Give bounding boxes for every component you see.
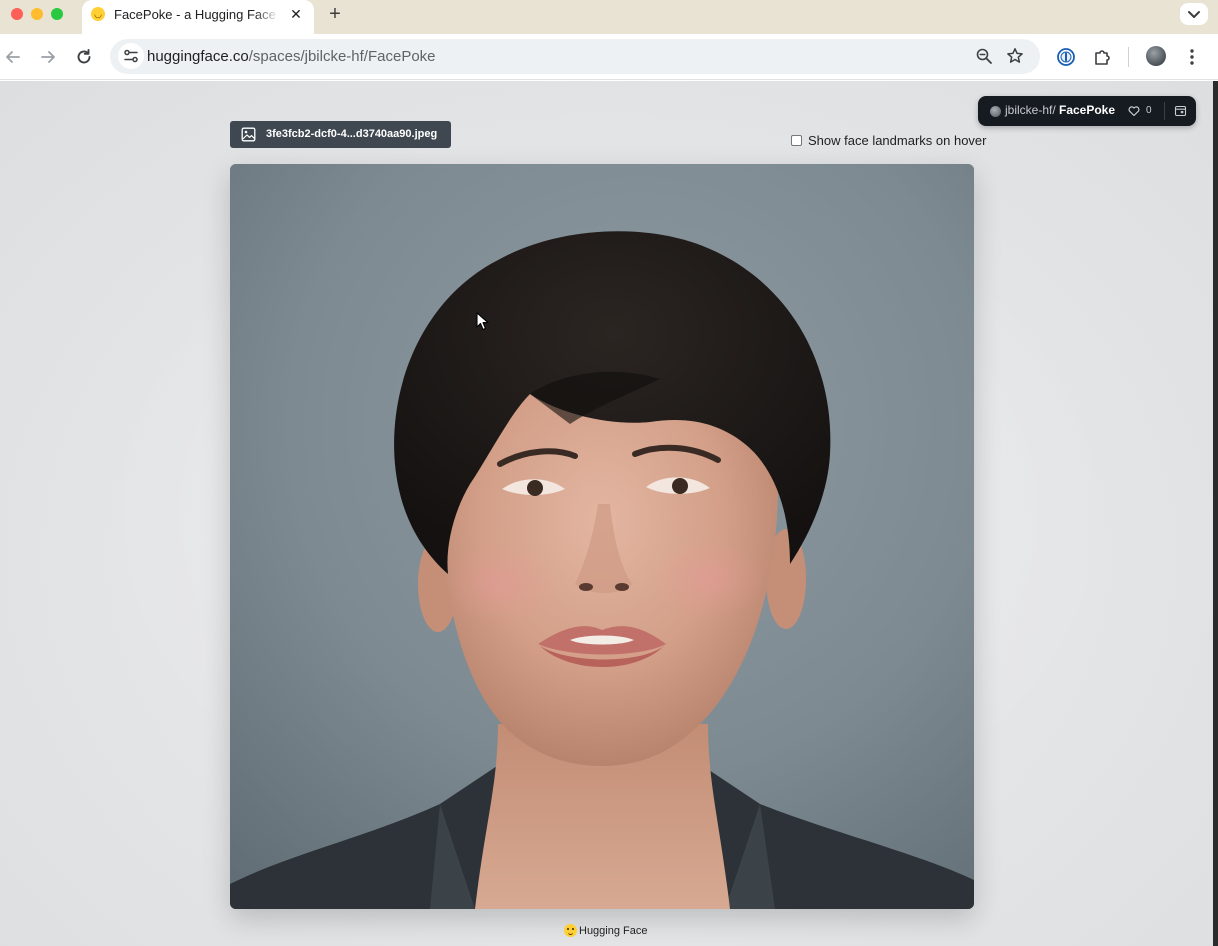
space-name-link[interactable]: FacePoke [1059, 103, 1115, 117]
star-icon [1007, 48, 1023, 63]
like-count: 0 [1146, 105, 1152, 116]
site-info-button[interactable] [118, 43, 144, 69]
space-menu-button[interactable] [1174, 104, 1187, 117]
window-close-button[interactable] [11, 8, 23, 20]
password-manager-extension-button[interactable] [1055, 46, 1077, 68]
browser-tab-bar: ◡ FacePoke - a Hugging Face Space by jbi… [0, 0, 1218, 34]
space-header-badge[interactable]: jbilcke-hf/ FacePoke 0 [978, 96, 1196, 126]
url-text[interactable]: huggingface.co/spaces/jbilcke-hf/FacePok… [147, 48, 436, 65]
show-landmarks-checkbox[interactable] [791, 135, 802, 146]
address-bar[interactable]: huggingface.co/spaces/jbilcke-hf/FacePok… [110, 39, 1040, 74]
puzzle-icon [1095, 50, 1110, 65]
chevron-down-icon [1188, 11, 1200, 18]
url-path: /spaces/jbilcke-hf/FacePoke [248, 48, 436, 65]
url-host: huggingface.co [147, 48, 249, 65]
image-icon [241, 127, 256, 142]
tab-title: FacePoke - a Hugging Face Space by jbilc… [114, 7, 279, 22]
reload-button[interactable] [73, 46, 95, 68]
heart-icon [1128, 106, 1140, 117]
zoom-button[interactable] [975, 47, 993, 65]
window-edge [1213, 81, 1218, 946]
hugging-face-logo-icon [564, 924, 577, 937]
window-zoom-button[interactable] [51, 8, 63, 20]
calendar-icon [1174, 105, 1187, 117]
space-owner-link[interactable]: jbilcke-hf/ [1005, 103, 1056, 117]
browser-menu-button[interactable] [1181, 46, 1203, 68]
arrow-right-icon [41, 51, 55, 63]
hugging-face-favicon-icon: ◡ [91, 7, 105, 21]
toolbar-divider [1128, 47, 1129, 67]
password-manager-icon [1057, 48, 1075, 66]
window-minimize-button[interactable] [31, 8, 43, 20]
face-canvas[interactable] [230, 164, 974, 909]
footer-label: Hugging Face [579, 925, 648, 937]
arrow-left-icon [6, 51, 20, 63]
tab-search-button[interactable] [1180, 3, 1208, 25]
like-button[interactable] [1128, 104, 1140, 117]
uploaded-filename: 3fe3fcb2-dcf0-4...d3740aa90.jpeg [266, 128, 438, 140]
browser-toolbar: huggingface.co/spaces/jbilcke-hf/FacePok… [0, 34, 1218, 80]
mouse-cursor-icon [476, 312, 490, 332]
forward-button[interactable] [37, 46, 59, 68]
tune-icon [124, 49, 138, 63]
owner-avatar [990, 106, 1001, 117]
reload-icon [77, 49, 91, 64]
tab-close-icon[interactable]: ✕ [288, 6, 304, 22]
portrait-image [230, 164, 974, 909]
extensions-button[interactable] [1092, 46, 1114, 68]
bookmark-button[interactable] [1006, 47, 1024, 65]
uploaded-file-chip[interactable]: 3fe3fcb2-dcf0-4...d3740aa90.jpeg [230, 121, 451, 148]
back-button[interactable] [2, 46, 24, 68]
browser-tab-facepoke[interactable]: ◡ FacePoke - a Hugging Face Space by jbi… [82, 0, 314, 34]
more-vertical-icon [1190, 49, 1194, 65]
zoom-icon [976, 48, 992, 64]
space-page: jbilcke-hf/ FacePoke 0 3fe3fcb2-dcf0-4..… [0, 81, 1218, 946]
show-landmarks-label: Show face landmarks on hover [808, 133, 987, 148]
new-tab-button[interactable]: + [325, 4, 345, 24]
badge-divider [1164, 102, 1165, 120]
profile-avatar[interactable] [1146, 46, 1166, 66]
